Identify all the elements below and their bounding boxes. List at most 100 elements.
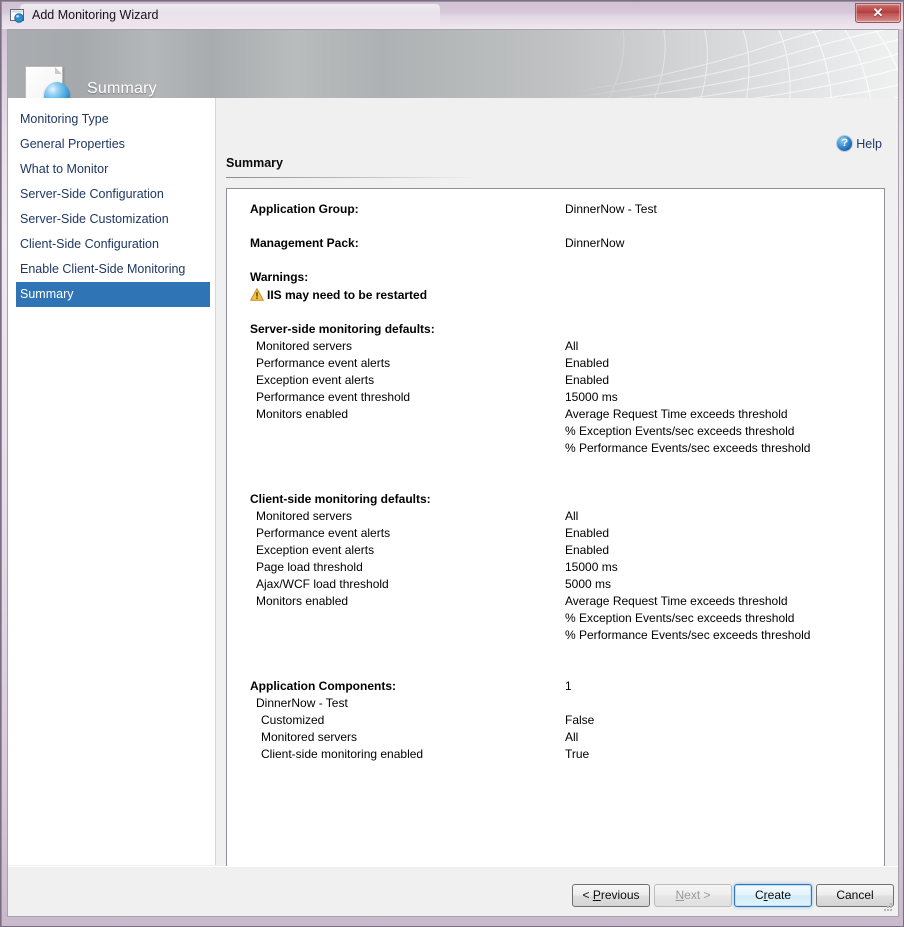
sidebar-item-client-side-configuration[interactable]: Client-Side Configuration xyxy=(14,232,209,257)
page-title-divider xyxy=(226,177,471,178)
server-side-row: Performance event threshold 15000 ms xyxy=(227,389,884,406)
wizard-footer: < Previous Next > Create Cancel xyxy=(8,866,898,916)
summary-row-label: Page load threshold xyxy=(256,559,363,576)
spacer xyxy=(227,252,884,269)
summary-row-label: Customized xyxy=(261,712,324,729)
management-pack-row: Management Pack: DinnerNow xyxy=(227,235,884,252)
summary-row-value: All xyxy=(565,508,578,525)
client-side-row: Monitored servers All xyxy=(227,508,884,525)
summary-row-value: DinnerNow - Test xyxy=(565,201,657,218)
sidebar-item-summary[interactable]: Summary xyxy=(16,282,210,307)
close-button[interactable]: ✕ xyxy=(855,3,901,23)
server-side-heading: Server-side monitoring defaults: xyxy=(227,321,884,338)
application-group-row: Application Group: DinnerNow - Test xyxy=(227,201,884,218)
summary-row-label: Monitors enabled xyxy=(256,593,348,610)
summary-row-label: Ajax/WCF load threshold xyxy=(256,576,389,593)
client-side-heading: Client-side monitoring defaults: xyxy=(227,491,884,508)
summary-row-value: 15000 ms xyxy=(565,559,618,576)
wizard-step-list: Monitoring Type General Properties What to… xyxy=(8,98,215,307)
next-button[interactable]: Next > xyxy=(654,884,732,907)
title-bar: Add Monitoring Wizard ✕ xyxy=(2,2,904,29)
summary-row-value: % Exception Events/sec exceeds threshold xyxy=(565,610,794,627)
server-side-row: Monitored servers All xyxy=(227,338,884,355)
spacer xyxy=(227,218,884,235)
wizard-header-banner: Summary xyxy=(8,30,898,98)
help-label: Help xyxy=(856,137,882,151)
summary-row-value: Enabled xyxy=(565,542,609,559)
previous-button[interactable]: < Previous xyxy=(572,884,650,907)
client-side-row: Monitors enabled Average Request Time exc… xyxy=(227,593,884,610)
application-component-name: DinnerNow - Test xyxy=(227,695,884,712)
sidebar-item-label: Monitoring Type xyxy=(20,112,109,126)
window-title: Add Monitoring Wizard xyxy=(32,7,158,24)
sidebar-item-general-properties[interactable]: General Properties xyxy=(14,132,209,157)
sidebar-item-enable-client-side-monitoring[interactable]: Enable Client-Side Monitoring xyxy=(14,257,209,282)
server-side-row: Performance event alertsEnabled xyxy=(227,355,884,372)
help-icon xyxy=(837,136,852,151)
summary-row-label: Performance event alerts xyxy=(256,525,390,542)
client-side-row: % Exception Events/sec exceeds threshold xyxy=(227,610,884,627)
sidebar-item-label: Client-Side Configuration xyxy=(20,237,159,251)
warning-row: IIS may need to be restarted xyxy=(227,286,884,304)
summary-row-value: Enabled xyxy=(565,525,609,542)
summary-row-label: Server-side monitoring defaults: xyxy=(250,321,435,338)
close-icon: ✕ xyxy=(856,4,900,22)
summary-row-label: Application Components: xyxy=(250,678,396,695)
summary-row-label: Monitors enabled xyxy=(256,406,348,423)
summary-row-value: DinnerNow xyxy=(565,235,624,252)
sidebar-item-server-side-configuration[interactable]: Server-Side Configuration xyxy=(14,182,209,207)
sidebar-item-server-side-customization[interactable]: Server-Side Customization xyxy=(14,207,209,232)
banner-title: Summary xyxy=(87,80,157,98)
server-side-row: % Exception Events/sec exceeds threshold xyxy=(227,423,884,440)
page-title: Summary xyxy=(226,156,283,170)
sidebar-item-monitoring-type[interactable]: Monitoring Type xyxy=(14,107,209,132)
sidebar-item-label: General Properties xyxy=(20,137,125,151)
summary-row-label: Exception event alerts xyxy=(256,542,374,559)
summary-row-label: Monitored servers xyxy=(256,338,352,355)
summary-row-label: Warnings: xyxy=(250,269,308,286)
summary-row-label: Application Group: xyxy=(250,201,359,218)
resize-grip[interactable] xyxy=(882,901,894,913)
summary-row-value: 15000 ms xyxy=(565,389,618,406)
summary-row-value: % Performance Events/sec exceeds thresho… xyxy=(565,627,810,644)
summary-row-label: Management Pack: xyxy=(250,235,359,252)
sidebar-item-label: Server-Side Configuration xyxy=(20,187,164,201)
client-side-row: % Performance Events/sec exceeds thresho… xyxy=(227,627,884,644)
sidebar-item-label: What to Monitor xyxy=(20,162,108,176)
summary-row-value: % Exception Events/sec exceeds threshold xyxy=(565,423,794,440)
warning-triangle-icon xyxy=(250,288,264,301)
server-side-row: Monitors enabledAverage Request Time exc… xyxy=(227,406,884,423)
summary-row-value: Enabled xyxy=(565,372,609,389)
banner-mesh-decoration xyxy=(568,30,898,98)
server-side-row: Exception event alertsEnabled xyxy=(227,372,884,389)
wizard-window-icon xyxy=(10,8,26,24)
summary-row-value: All xyxy=(565,729,578,746)
application-component-row: CustomizedFalse xyxy=(227,712,884,729)
summary-row-label: Monitored servers xyxy=(256,508,352,525)
application-components-heading: Application Components: 1 xyxy=(227,678,884,695)
summary-row-label: Performance event threshold xyxy=(256,389,410,406)
client-side-row: Ajax/WCF load threshold5000 ms xyxy=(227,576,884,593)
wizard-client-area: Summary Monitoring Type General Propertie… xyxy=(7,29,899,917)
sidebar-item-label: Enable Client-Side Monitoring xyxy=(20,262,185,276)
help-link[interactable]: Help xyxy=(837,136,882,151)
client-side-row: Exception event alerts Enabled xyxy=(227,542,884,559)
summary-panel: Application Group: DinnerNow - Test Manage… xyxy=(226,188,885,868)
summary-row-label: Performance event alerts xyxy=(256,355,390,372)
wizard-window: Add Monitoring Wizard ✕ xyxy=(0,0,904,927)
sidebar-item-label: Summary xyxy=(20,287,73,301)
spacer xyxy=(227,661,884,678)
wizard-step-sidebar: Monitoring Type General Properties What to… xyxy=(8,98,216,865)
summary-row-value: All xyxy=(565,338,578,355)
application-component-row: Client-side monitoring enabledTrue xyxy=(227,746,884,763)
spacer xyxy=(227,457,884,474)
summary-row-value: 1 xyxy=(565,678,572,695)
sidebar-item-what-to-monitor[interactable]: What to Monitor xyxy=(14,157,209,182)
warnings-heading: Warnings: xyxy=(227,269,884,286)
summary-row-label: Client-side monitoring enabled xyxy=(261,746,423,763)
summary-row-value: Average Request Time exceeds threshold xyxy=(565,593,788,610)
create-button[interactable]: Create xyxy=(734,884,812,907)
spacer xyxy=(227,304,884,321)
server-side-row: % Performance Events/sec exceeds thresho… xyxy=(227,440,884,457)
client-side-row: Page load threshold 15000 ms xyxy=(227,559,884,576)
